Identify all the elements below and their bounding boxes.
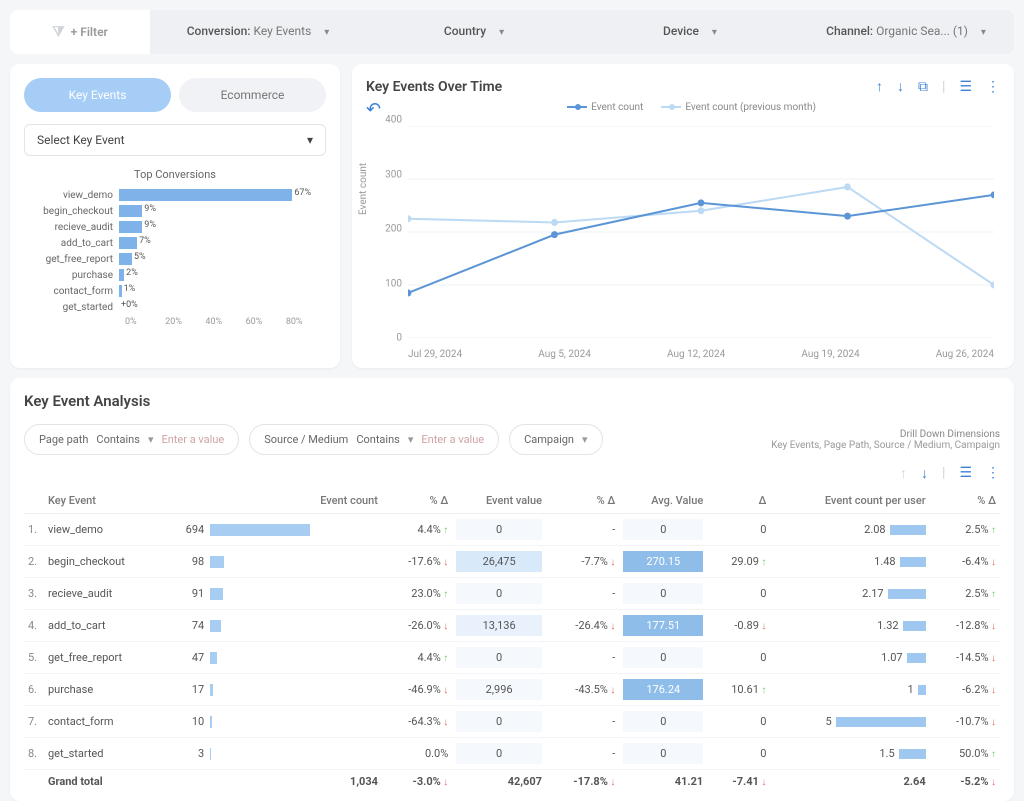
chevron-down-icon: ▾ — [307, 133, 313, 147]
arrow-down-icon[interactable]: ↓ — [921, 465, 928, 482]
filter-conversion[interactable]: Conversion: Key Events — [150, 10, 366, 54]
line-chart: Event count 0100200300400 Jul 29, 2024Au… — [366, 120, 1000, 360]
funnel-icon: ⧩ — [52, 24, 65, 40]
undo-icon[interactable]: ↶ — [366, 99, 381, 120]
filter-channel[interactable]: Channel: Organic Sea... (1) — [798, 10, 1014, 54]
bar-x-axis: 0% 20% 40% 60% 80% — [125, 317, 326, 327]
table-tools: ↑ ↓ | ☰ ⋮ — [24, 465, 1000, 482]
table-row[interactable]: 1.view_demo6944.4%0-002.082.5% — [24, 514, 1000, 546]
col-header[interactable]: Avg. Value — [619, 488, 707, 514]
table-row[interactable]: 2.begin_checkout98-17.6%26,475-7.7%270.1… — [24, 546, 1000, 578]
events-over-time-card: Key Events Over Time ↑ ↓ ⧉ | ☰ ⋮ ↶ Event… — [352, 64, 1014, 368]
arrow-down-icon[interactable]: ↓ — [897, 78, 904, 95]
col-header[interactable]: % Δ — [546, 488, 619, 514]
bar-row: recieve_audit9% — [24, 221, 326, 233]
filter-country[interactable]: Country — [366, 10, 582, 54]
more-icon[interactable]: ⋮ — [986, 79, 1000, 95]
arrow-up-icon[interactable]: ↑ — [900, 465, 907, 482]
analysis-filters: Page path Contains▾ Enter a value Source… — [24, 424, 1000, 455]
line-chart-title: Key Events Over Time — [366, 79, 502, 95]
top-conversions-card: Key Events Ecommerce Select Key Event ▾ … — [10, 64, 340, 368]
top-conversions-chart: view_demo67% begin_checkout9% recieve_audi… — [24, 189, 326, 313]
bar-row: view_demo67% — [24, 189, 326, 201]
key-event-analysis-card: Key Event Analysis Page path Contains▾ E… — [10, 378, 1014, 801]
add-filter-button[interactable]: ⧩ + Filter — [10, 10, 150, 54]
filter-page-path[interactable]: Page path Contains▾ Enter a value — [24, 424, 239, 455]
analysis-table: Key EventEvent count% ΔEvent value% ΔAvg… — [24, 488, 1000, 793]
legend: Event count Event count (previous month) — [383, 102, 1000, 113]
bar-row: get_free_report5% — [24, 253, 326, 265]
chart-tools: ↑ ↓ ⧉ | ☰ ⋮ — [876, 78, 1000, 95]
export-chart-icon[interactable]: ⧉ — [918, 79, 928, 95]
filter-bar: ⧩ + Filter Conversion: Key Events Countr… — [10, 10, 1014, 54]
bar-row: get_started+0% — [24, 301, 326, 313]
bar-row: begin_checkout9% — [24, 205, 326, 217]
filter-icon[interactable]: ☰ — [959, 465, 972, 482]
analysis-title: Key Event Analysis — [24, 392, 1000, 410]
col-header[interactable] — [24, 488, 44, 514]
col-header[interactable]: Δ — [707, 488, 770, 514]
arrow-up-icon[interactable]: ↑ — [876, 78, 883, 95]
filter-campaign[interactable]: Campaign▾ — [509, 424, 602, 455]
table-row[interactable]: 7.contact_form10-64.3%0-005-10.7% — [24, 706, 1000, 738]
filter-icon[interactable]: ☰ — [959, 79, 972, 95]
col-header[interactable]: % Δ — [930, 488, 1000, 514]
col-header[interactable]: Event value — [452, 488, 546, 514]
col-header[interactable]: % Δ — [382, 488, 452, 514]
table-row[interactable]: 3.recieve_audit9123.0%0-002.172.5% — [24, 578, 1000, 610]
filter-source-medium[interactable]: Source / Medium Contains▾ Enter a value — [249, 424, 499, 455]
table-row[interactable]: 5.get_free_report474.4%0-001.07-14.5% — [24, 642, 1000, 674]
more-icon[interactable]: ⋮ — [986, 465, 1000, 482]
grand-total-row: Grand total1,034-3.0%42,607-17.8%41.21-7… — [24, 770, 1000, 794]
tab-ecommerce[interactable]: Ecommerce — [179, 78, 326, 112]
table-row[interactable]: 4.add_to_cart74-26.0%13,136-26.4%177.51-… — [24, 610, 1000, 642]
add-filter-label: + Filter — [71, 25, 108, 39]
bar-row: purchase2% — [24, 269, 326, 281]
select-key-event[interactable]: Select Key Event ▾ — [24, 124, 326, 156]
drilldown-info: Drill Down Dimensions Key Events, Page P… — [771, 429, 1000, 451]
col-header[interactable]: Event count per user — [770, 488, 929, 514]
bar-row: add_to_cart7% — [24, 237, 326, 249]
table-row[interactable]: 6.purchase17-46.9%2,996-43.5%176.2410.61… — [24, 674, 1000, 706]
col-header[interactable]: Key Event — [44, 488, 168, 514]
bar-row: contact_form1% — [24, 285, 326, 297]
col-header[interactable]: Event count — [168, 488, 382, 514]
top-conversions-title: Top Conversions — [24, 168, 326, 181]
tab-key-events[interactable]: Key Events — [24, 78, 171, 112]
table-row[interactable]: 8.get_started30.0%0-001.550.0% — [24, 738, 1000, 770]
filter-device[interactable]: Device — [582, 10, 798, 54]
